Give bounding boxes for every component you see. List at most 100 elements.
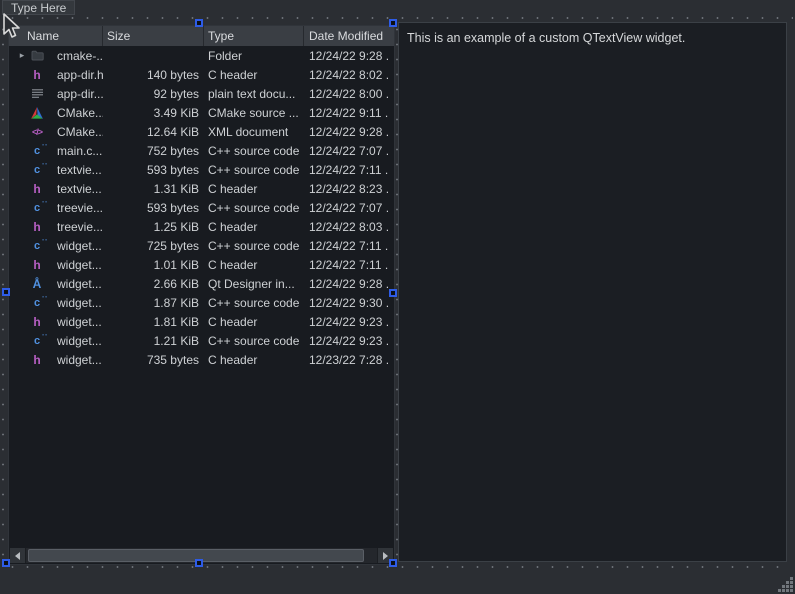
c-header-icon: h [30,220,44,234]
selection-handle-top-right[interactable] [389,19,397,27]
file-type: C++ source code [204,163,304,177]
file-size: 1.25 KiB [103,220,204,234]
file-date: 12/24/22 8:23 . [304,182,394,196]
file-type: C header [204,353,304,367]
selection-handle-right-middle[interactable] [389,289,397,297]
c-header-icon: h [30,68,44,82]
table-row[interactable]: c++ widget... 725 bytes C++ source code … [9,236,394,255]
arrow-right-icon [383,552,388,560]
file-type: Qt Designer in... [204,277,304,291]
menu-bar: Type Here [0,0,795,16]
file-size: 1.31 KiB [103,182,204,196]
file-date: 12/24/22 9:28 . [304,125,394,139]
table-row[interactable]: c++ main.c... 752 bytes C++ source code … [9,141,394,160]
resize-grip[interactable] [778,577,794,593]
selection-handle-top-center[interactable] [195,19,203,27]
file-size: 140 bytes [103,68,204,82]
table-row[interactable]: h widget... 1.01 KiB C header 12/24/22 7… [9,255,394,274]
xml-icon: </> [30,125,44,139]
file-size: 1.21 KiB [103,334,204,348]
table-row[interactable]: h widget... 1.81 KiB C header 12/24/22 9… [9,312,394,331]
file-type: C header [204,220,304,234]
file-type: C header [204,258,304,272]
table-row[interactable]: h app-dir.h 140 bytes C header 12/24/22 … [9,65,394,84]
cpp-icon: c++ [30,296,44,310]
designer-form-window: Type Here Name Size Type Date Modified ▸… [0,0,795,594]
file-size: 92 bytes [103,87,204,101]
column-header-type[interactable]: Type [204,26,304,46]
text-file-icon [30,87,44,101]
column-header-size[interactable]: Size [103,26,204,46]
file-name: widget... [57,296,102,310]
file-date: 12/24/22 9:28 . [304,49,394,63]
file-size: 725 bytes [103,239,204,253]
table-row[interactable]: app-dir.... 92 bytes plain text docu... … [9,84,394,103]
scroll-left-button[interactable] [10,548,25,563]
file-date: 12/24/22 9:30 . [304,296,394,310]
table-row[interactable]: c++ textvie... 593 bytes C++ source code… [9,160,394,179]
file-name: widget... [57,258,102,272]
file-name: widget... [57,334,102,348]
file-name: app-dir.h [57,68,103,82]
selection-handle-bottom-right[interactable] [389,559,397,567]
selection-handle-bottom-left[interactable] [2,559,10,567]
file-type: C++ source code [204,334,304,348]
file-date: 12/24/22 8:02 . [304,68,394,82]
selection-handle-left-middle[interactable] [2,288,10,296]
file-name: CMake... [57,106,103,120]
file-tree-widget[interactable]: Name Size Type Date Modified ▸ cmake-...… [8,25,395,565]
file-name: textvie... [57,163,102,177]
file-name: treevie... [57,220,103,234]
column-header-name[interactable]: Name [9,26,103,46]
table-row[interactable]: h widget... 735 bytes C header 12/23/22 … [9,350,394,369]
file-type: C header [204,315,304,329]
cpp-icon: c++ [30,163,44,177]
file-name: widget... [57,315,102,329]
folder-icon [30,49,44,63]
table-row[interactable]: CMake... 3.49 KiB CMake source ... 12/24… [9,103,394,122]
file-size: 735 bytes [103,353,204,367]
file-name: app-dir.... [57,87,103,101]
selection-handle-bottom-center[interactable] [195,559,203,567]
c-header-icon: h [30,182,44,196]
file-name: widget... [57,353,102,367]
file-type: Folder [204,49,304,63]
cpp-icon: c++ [30,144,44,158]
file-date: 12/24/22 7:11 . [304,163,394,177]
table-row[interactable]: </> CMake... 12.64 KiB XML document 12/2… [9,122,394,141]
table-row[interactable]: c++ widget... 1.87 KiB C++ source code 1… [9,293,394,312]
file-size: 12.64 KiB [103,125,204,139]
table-row[interactable]: ▸ cmake-... Folder 12/24/22 9:28 . [9,46,394,65]
table-row[interactable]: h textvie... 1.31 KiB C header 12/24/22 … [9,179,394,198]
file-type: C++ source code [204,201,304,215]
file-date: 12/24/22 9:23 . [304,315,394,329]
cpp-icon: c++ [30,201,44,215]
file-date: 12/24/22 9:28 . [304,277,394,291]
table-row[interactable]: Å widget... 2.66 KiB Qt Designer in... 1… [9,274,394,293]
qt-ui-icon: Å [30,277,44,291]
c-header-icon: h [30,353,44,367]
file-size: 752 bytes [103,144,204,158]
cpp-icon: c++ [30,334,44,348]
file-size: 1.81 KiB [103,315,204,329]
expand-arrow-icon[interactable]: ▸ [14,50,30,61]
table-row[interactable]: c++ treevie... 593 bytes C++ source code… [9,198,394,217]
file-date: 12/24/22 9:23 . [304,334,394,348]
table-row[interactable]: c++ widget... 1.21 KiB C++ source code 1… [9,331,394,350]
file-date: 12/24/22 8:03 . [304,220,394,234]
file-size: 593 bytes [103,201,204,215]
file-type: C header [204,68,304,82]
file-name: cmake-... [57,49,103,63]
file-type: C header [204,182,304,196]
file-name: textvie... [57,182,102,196]
file-date: 12/24/22 7:11 . [304,239,394,253]
cpp-icon: c++ [30,239,44,253]
table-row[interactable]: h treevie... 1.25 KiB C header 12/24/22 … [9,217,394,236]
c-header-icon: h [30,258,44,272]
cmake-icon [30,106,44,120]
file-name: widget... [57,239,102,253]
column-header-date-modified[interactable]: Date Modified [304,26,394,46]
file-size: 593 bytes [103,163,204,177]
file-name: widget... [57,277,102,291]
text-view-widget[interactable]: This is an example of a custom QTextView… [398,22,787,562]
